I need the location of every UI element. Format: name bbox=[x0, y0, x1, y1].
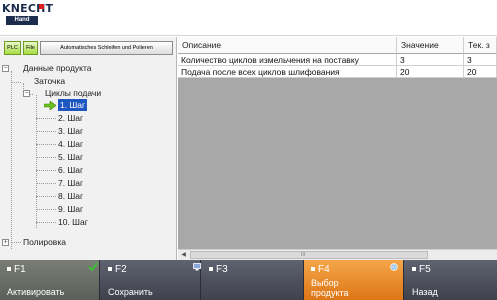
tab-plc[interactable]: PLC bbox=[4, 41, 21, 55]
tree-node-label: 2. Шаг bbox=[58, 113, 84, 123]
tree-node-label: Циклы подачи bbox=[45, 88, 102, 98]
tree-connector bbox=[36, 222, 56, 223]
navigation-panel: PLC File Automatisches Schleifen und Pol… bbox=[0, 37, 177, 260]
table-cell-description: Подача после всех циклов шлифования bbox=[178, 66, 397, 78]
scroll-left-icon[interactable]: ◀ bbox=[178, 250, 189, 260]
collapse-icon[interactable]: − bbox=[2, 65, 9, 72]
table-cell-value[interactable]: 20 bbox=[397, 66, 464, 78]
column-header-description[interactable]: Описание bbox=[178, 37, 397, 54]
f4-select-product-button[interactable]: F4 Выбор продукта bbox=[304, 260, 404, 300]
header: KNECHT Hand bbox=[0, 0, 497, 36]
logo-brand: KNECHT bbox=[2, 2, 54, 15]
tree-connector bbox=[36, 118, 56, 119]
tree-connector bbox=[11, 82, 21, 83]
tree-node-label: 7. Шаг bbox=[58, 178, 84, 188]
f1-activate-button[interactable]: F1 Активировать bbox=[0, 260, 100, 300]
key-indicator bbox=[412, 267, 416, 271]
fkey-key: F4 bbox=[318, 264, 330, 275]
table-cell-current: 3 bbox=[464, 54, 497, 66]
tree-connector bbox=[36, 196, 56, 197]
tree-node-label: Заточка bbox=[34, 76, 66, 86]
f3-button[interactable]: F3 bbox=[193, 260, 304, 300]
tree-node-label: 10. Шаг bbox=[58, 217, 88, 227]
tree-node-label: 9. Шаг bbox=[58, 204, 84, 214]
tree-node-label: 6. Шаг bbox=[58, 165, 84, 175]
column-header-value[interactable]: Значение bbox=[397, 37, 464, 54]
arrow-right-icon bbox=[44, 101, 56, 110]
knecht-logo: KNECHT Hand bbox=[2, 2, 53, 30]
fkey-key: F3 bbox=[216, 264, 228, 275]
display-icon bbox=[193, 263, 201, 271]
scrollbar-grip: III bbox=[301, 252, 306, 258]
collapse-icon[interactable]: − bbox=[23, 90, 30, 97]
parameter-table-panel: Описание Значение Тек. з Количество цикл… bbox=[178, 37, 497, 260]
tree-connector bbox=[36, 209, 56, 210]
expand-icon[interactable]: + bbox=[2, 239, 9, 246]
tree-node-label: 3. Шаг bbox=[58, 126, 84, 136]
tree-connector bbox=[11, 71, 12, 249]
f2-save-button[interactable]: F2 Сохранить bbox=[101, 260, 201, 300]
tree-node-label: 5. Шаг bbox=[58, 152, 84, 162]
function-key-bar: F1 Активировать F2 Сохранить F3 F4 Выбор… bbox=[0, 260, 497, 300]
tree-node-label: 8. Шаг bbox=[58, 191, 84, 201]
tree-node-label: 1. Шаг bbox=[58, 99, 88, 111]
column-header-current[interactable]: Тек. з bbox=[464, 37, 497, 54]
tree-connector bbox=[36, 157, 56, 158]
fkey-key: F1 bbox=[14, 264, 26, 275]
key-indicator bbox=[209, 267, 213, 271]
fkey-label: Активировать bbox=[7, 287, 65, 297]
table-cell-current: 20 bbox=[464, 66, 497, 78]
tab-automatic-grinding[interactable]: Automatisches Schleifen und Polieren bbox=[40, 41, 173, 55]
tree-node-label: 4. Шаг bbox=[58, 139, 84, 149]
fkey-key: F5 bbox=[419, 264, 431, 275]
tab-file[interactable]: File bbox=[23, 41, 38, 55]
scrollbar-thumb[interactable]: III bbox=[190, 251, 428, 259]
product-data-tree: − Данные продукта Заточка − Циклы подачи… bbox=[0, 61, 176, 257]
key-indicator bbox=[311, 267, 315, 271]
check-icon bbox=[88, 262, 98, 271]
f5-back-button[interactable]: F5 Назад bbox=[405, 260, 497, 300]
tree-connector bbox=[36, 170, 56, 171]
key-indicator bbox=[7, 267, 11, 271]
horizontal-scrollbar[interactable]: ◀ III bbox=[178, 249, 497, 260]
tree-connector bbox=[36, 131, 56, 132]
key-indicator bbox=[108, 267, 112, 271]
globe-icon bbox=[390, 263, 398, 271]
fkey-key: F2 bbox=[115, 264, 127, 275]
fkey-label: Назад bbox=[412, 287, 438, 297]
tree-connector bbox=[36, 144, 56, 145]
tree-connector bbox=[11, 242, 21, 243]
tree-connector bbox=[36, 183, 56, 184]
fkey-label: Выбор продукта bbox=[311, 278, 349, 298]
table-cell-value[interactable]: 3 bbox=[397, 54, 464, 66]
logo-badge: Hand bbox=[6, 16, 38, 25]
logo-dot bbox=[39, 4, 44, 9]
fkey-label: Сохранить bbox=[108, 287, 153, 297]
tree-node-label: Полировка bbox=[23, 237, 66, 247]
table-cell-description: Количество циклов измельчения на поставк… bbox=[178, 54, 397, 66]
tree-node-label: Данные продукта bbox=[23, 63, 92, 73]
